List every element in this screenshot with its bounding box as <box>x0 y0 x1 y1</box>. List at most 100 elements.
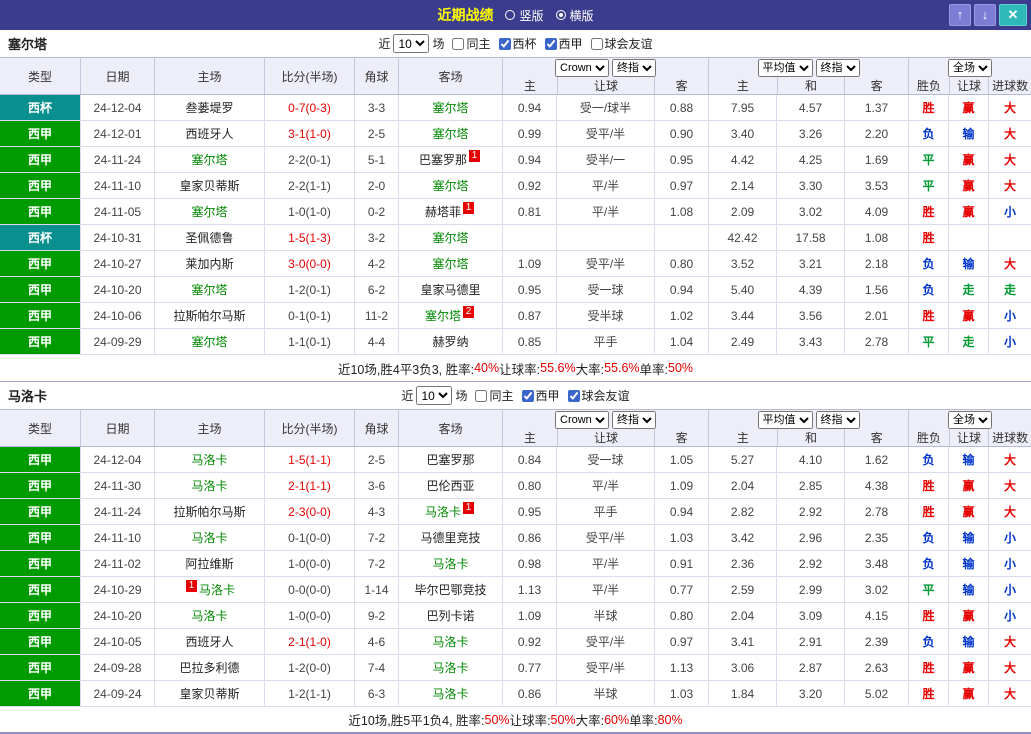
average-select[interactable]: 平均值 <box>757 59 813 77</box>
scroll-up-button[interactable]: ↑ <box>949 4 971 26</box>
final-odds-select[interactable]: 终指 <box>815 59 860 77</box>
match-date: 24-10-31 <box>80 225 154 250</box>
team-link[interactable]: 塞尔塔 <box>432 255 468 272</box>
team-link[interactable]: 马洛卡 <box>191 477 227 494</box>
team-link[interactable]: 塞尔塔 <box>191 281 227 298</box>
team-link[interactable]: 毕尔巴鄂竞技 <box>414 581 486 598</box>
competition-filter[interactable]: 球会友谊 <box>586 35 653 52</box>
summary-segment: 50% <box>484 712 510 727</box>
team-link[interactable]: 拉斯帕尔马斯 <box>173 503 245 520</box>
team-link[interactable]: 马洛卡 <box>191 451 227 468</box>
column-header: 和 <box>776 429 845 446</box>
final-score: 2-2(0-1) <box>264 147 354 172</box>
away-team: 赫罗纳 <box>398 329 502 354</box>
scroll-down-button[interactable]: ↓ <box>974 4 996 26</box>
avg-draw-odds: 4.39 <box>776 277 844 302</box>
recent-count-select[interactable]: 10 <box>416 386 453 405</box>
team-link[interactable]: 塞尔塔 <box>432 177 468 194</box>
home-team: 马洛卡 <box>154 603 264 628</box>
layout-option-horizontal[interactable]: 横版 <box>555 7 594 24</box>
final-odds-select[interactable]: 终指 <box>612 411 656 429</box>
scope-select[interactable]: 全场 <box>948 59 992 77</box>
panel-title: 近期战绩 <box>437 7 494 23</box>
competition-filter[interactable]: 球会友谊 <box>563 387 630 404</box>
team-link[interactable]: 赫塔菲 <box>425 203 461 220</box>
filter-checkbox[interactable] <box>498 37 511 50</box>
home-odds: 0.98 <box>502 551 556 576</box>
team-link[interactable]: 塞尔塔 <box>191 151 227 168</box>
filter-checkbox[interactable] <box>452 37 465 50</box>
team-name[interactable]: 马洛卡 <box>8 386 47 405</box>
filter-checkbox[interactable] <box>590 37 603 50</box>
team-link[interactable]: 巴塞罗那 <box>426 451 474 468</box>
filter-checkbox[interactable] <box>475 389 488 402</box>
filter-checkbox[interactable] <box>521 389 534 402</box>
team-link[interactable]: 马洛卡 <box>191 607 227 624</box>
team-link[interactable]: 西班牙人 <box>185 125 233 142</box>
team-link[interactable]: 皇家贝蒂斯 <box>179 177 239 194</box>
final-odds-select[interactable]: 终指 <box>612 59 656 77</box>
team-link[interactable]: 赫罗纳 <box>432 333 468 350</box>
team-link[interactable]: 马洛卡 <box>191 529 227 546</box>
team-link[interactable]: 圣佩德鲁 <box>185 229 233 246</box>
team-link[interactable]: 马洛卡 <box>432 555 468 572</box>
bookmaker-select[interactable]: Crown <box>555 59 609 77</box>
team-link[interactable]: 塞尔塔 <box>425 307 461 324</box>
team-link[interactable]: 塞尔塔 <box>432 125 468 142</box>
team-link[interactable]: 塞尔塔 <box>432 229 468 246</box>
team-link[interactable]: 马洛卡 <box>432 685 468 702</box>
recent-count-select[interactable]: 10 <box>393 34 430 53</box>
result-goals: 大 <box>988 681 1031 706</box>
team-link[interactable]: 巴塞罗那 <box>419 151 467 168</box>
column-header: 和 <box>776 77 845 94</box>
match-row: 西甲 24-12-04 马洛卡 1-5(1-1) 2-5 巴塞罗那 0.84 受一球 1.05 5… <box>0 447 1031 473</box>
away-team: 塞尔塔 2 <box>398 303 502 328</box>
average-select[interactable]: 平均值 <box>757 411 813 429</box>
home-odds: 0.86 <box>502 681 556 706</box>
avg-home-odds: 3.41 <box>708 629 776 654</box>
team-link[interactable]: 马洛卡 <box>199 581 235 598</box>
away-team: 塞尔塔 <box>398 95 502 120</box>
header-sublabels: 主 和客 <box>709 77 908 94</box>
layout-option-vertical[interactable]: 竖版 <box>505 7 544 24</box>
filter-checkbox[interactable] <box>567 389 580 402</box>
competition-filter[interactable]: 同主 <box>447 35 491 52</box>
team-link[interactable]: 皇家马德里 <box>420 281 480 298</box>
team-link[interactable]: 塞尔塔 <box>432 99 468 116</box>
home-odds: 0.92 <box>502 173 556 198</box>
team-link[interactable]: 巴伦西亚 <box>426 477 474 494</box>
team-name[interactable]: 塞尔塔 <box>8 34 47 53</box>
team-link[interactable]: 巴列卡诺 <box>426 607 474 624</box>
corners: 3-3 <box>354 95 398 120</box>
team-link[interactable]: 马洛卡 <box>425 503 461 520</box>
match-date: 24-11-05 <box>80 199 154 224</box>
team-link[interactable]: 马洛卡 <box>432 633 468 650</box>
match-filter: 近 10 场 同主 西杯 西甲 球会友谊 <box>378 34 653 53</box>
team-link[interactable]: 巴拉多利德 <box>179 659 239 676</box>
scope-select[interactable]: 全场 <box>948 411 992 429</box>
filter-label: 西杯 <box>512 37 537 51</box>
team-link[interactable]: 叁蒌堤罗 <box>185 99 233 116</box>
team-link[interactable]: 皇家贝蒂斯 <box>179 685 239 702</box>
match-date: 24-11-10 <box>80 173 154 198</box>
team-link[interactable]: 马德里竞技 <box>420 529 480 546</box>
team-link[interactable]: 拉斯帕尔马斯 <box>173 307 245 324</box>
team-link[interactable]: 西班牙人 <box>185 633 233 650</box>
team-link[interactable]: 莱加内斯 <box>185 255 233 272</box>
competition-filter[interactable]: 西甲 <box>540 35 583 52</box>
team-link[interactable]: 阿拉维斯 <box>185 555 233 572</box>
competition-type: 西甲 <box>0 525 80 550</box>
filter-checkbox[interactable] <box>544 37 557 50</box>
bookmaker-select[interactable]: Crown <box>555 411 609 429</box>
competition-filter[interactable]: 西甲 <box>517 387 560 404</box>
away-odds: 0.94 <box>654 277 708 302</box>
team-link[interactable]: 塞尔塔 <box>191 203 227 220</box>
competition-filter[interactable]: 同主 <box>470 387 514 404</box>
team-link[interactable]: 马洛卡 <box>432 659 468 676</box>
team-link[interactable]: 塞尔塔 <box>191 333 227 350</box>
home-odds: 0.95 <box>502 499 556 524</box>
close-button[interactable]: ✕ <box>999 4 1027 26</box>
final-odds-select[interactable]: 终指 <box>815 411 860 429</box>
competition-filter[interactable]: 西杯 <box>494 35 537 52</box>
avg-home-odds: 4.42 <box>708 147 776 172</box>
